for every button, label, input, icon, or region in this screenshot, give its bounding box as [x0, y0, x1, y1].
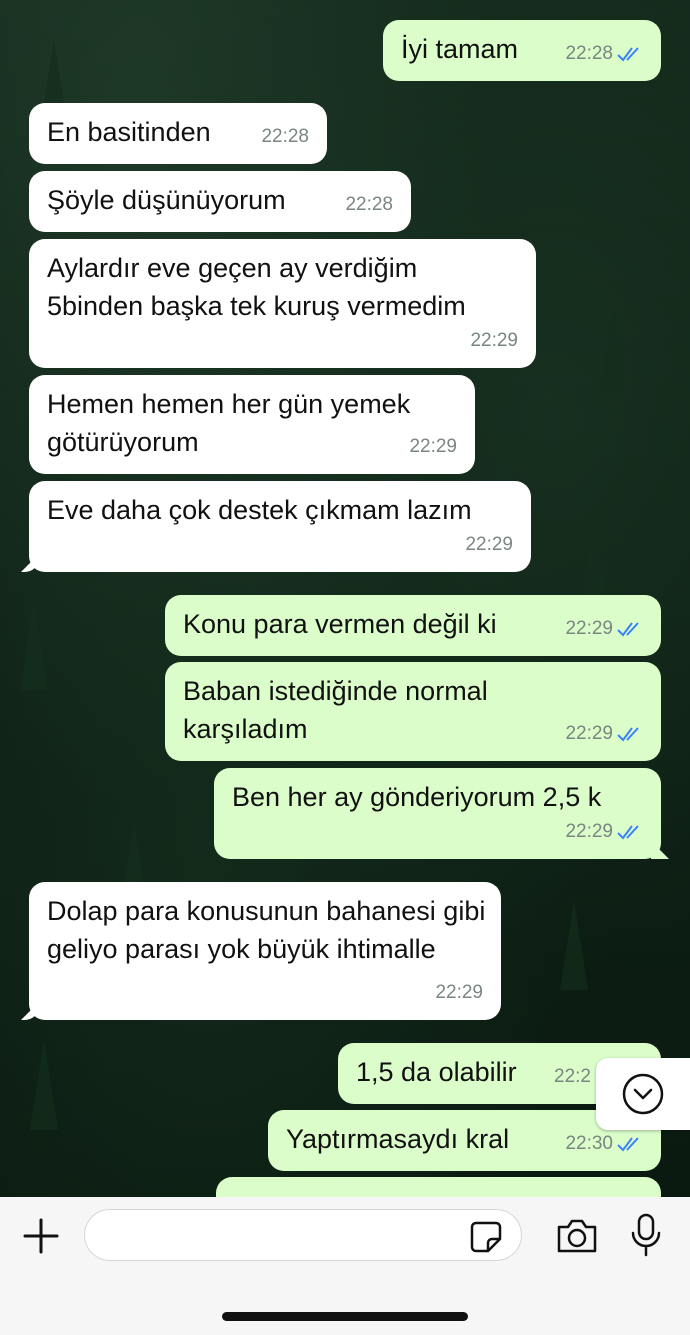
message-time: 22:29: [565, 723, 613, 744]
message-text: Şöyle düşünüyorum: [47, 185, 286, 215]
message-incoming[interactable]: Eve daha çok destek çıkmam lazım 22:29: [21, 481, 531, 572]
message-incoming[interactable]: En basitinden 22:28: [29, 103, 327, 164]
chevron-down-icon: [622, 1073, 664, 1115]
camera-icon[interactable]: [555, 1217, 599, 1255]
sticker-icon[interactable]: [468, 1219, 504, 1255]
message-time: 22:29: [409, 436, 457, 457]
double-check-icon: [617, 1137, 639, 1152]
message-input[interactable]: [84, 1209, 522, 1261]
scroll-to-bottom-button[interactable]: [596, 1058, 690, 1130]
microphone-icon[interactable]: [630, 1213, 662, 1257]
double-check-icon: [617, 727, 639, 742]
message-text: Aylardır eve geçen ay verdiğim 5binden b…: [47, 253, 466, 321]
message-outgoing[interactable]: Konu para vermen değil ki 22:29: [165, 595, 661, 656]
message-outgoing[interactable]: Baban istediğinde normal karşıladım 22:2…: [165, 662, 661, 761]
message-meta: 22:29: [565, 715, 643, 753]
chat-background: İyi tamam 22:28 En basitinden 22:28 Şöyl…: [0, 0, 690, 1197]
message-incoming[interactable]: Dolap para konusunun bahanesi gibi geliy…: [21, 882, 501, 1020]
message-meta: 22:28: [565, 35, 643, 73]
message-meta: 22:29: [409, 428, 457, 466]
message-meta: 22:29: [565, 610, 643, 648]
background-tree: [560, 900, 588, 990]
message-meta: 22:30: [565, 1125, 643, 1163]
bubble-tail: [651, 841, 669, 859]
message-time: 22:29: [565, 618, 613, 639]
message-outgoing-partial[interactable]: [216, 1177, 661, 1197]
message-text: Eve daha çok destek çıkmam lazım: [47, 495, 472, 525]
plus-icon[interactable]: [22, 1217, 60, 1255]
double-check-icon: [617, 47, 639, 62]
message-time: 22:29: [465, 534, 513, 555]
message-text: Hemen hemen her gün yemek götürüyorum: [47, 389, 411, 457]
home-indicator: [222, 1312, 468, 1321]
background-tree: [20, 600, 48, 690]
message-meta: 22:29: [465, 526, 513, 564]
background-tree: [30, 1040, 58, 1130]
message-meta: 22:29: [435, 974, 483, 1012]
message-time: 22:2: [554, 1066, 591, 1087]
message-meta: 22:28: [345, 186, 393, 224]
message-meta: 22:2: [554, 1058, 591, 1096]
message-time: 22:29: [565, 821, 613, 842]
double-check-icon: [617, 622, 639, 637]
background-tree: [600, 300, 628, 390]
message-incoming[interactable]: Hemen hemen her gün yemek götürüyorum 22…: [29, 375, 475, 474]
bubble-tail: [21, 1002, 39, 1020]
message-meta: 22:28: [261, 118, 309, 156]
message-meta: 22:29: [470, 322, 518, 360]
message-time: 22:28: [565, 43, 613, 64]
message-time: 22:29: [435, 982, 483, 1003]
message-incoming[interactable]: Aylardır eve geçen ay verdiğim 5binden b…: [29, 239, 536, 368]
message-time: 22:30: [565, 1133, 613, 1154]
message-text: Ben her ay gönderiyorum 2,5 k: [232, 782, 602, 812]
message-time: 22:28: [261, 126, 309, 147]
message-text: Dolap para konusunun bahanesi gibi geliy…: [47, 896, 486, 964]
message-incoming[interactable]: Şöyle düşünüyorum 22:28: [29, 171, 411, 232]
message-time: 22:28: [345, 194, 393, 215]
message-outgoing[interactable]: Ben her ay gönderiyorum 2,5 k 22:29: [214, 768, 669, 859]
message-text: Baban istediğinde normal karşıladım: [183, 676, 488, 744]
bubble-tail: [21, 554, 39, 572]
message-time: 22:29: [470, 330, 518, 351]
background-tree: [560, 120, 588, 210]
message-meta: 22:29: [565, 813, 643, 851]
double-check-icon: [617, 825, 639, 840]
message-outgoing[interactable]: İyi tamam 22:28: [383, 20, 661, 81]
